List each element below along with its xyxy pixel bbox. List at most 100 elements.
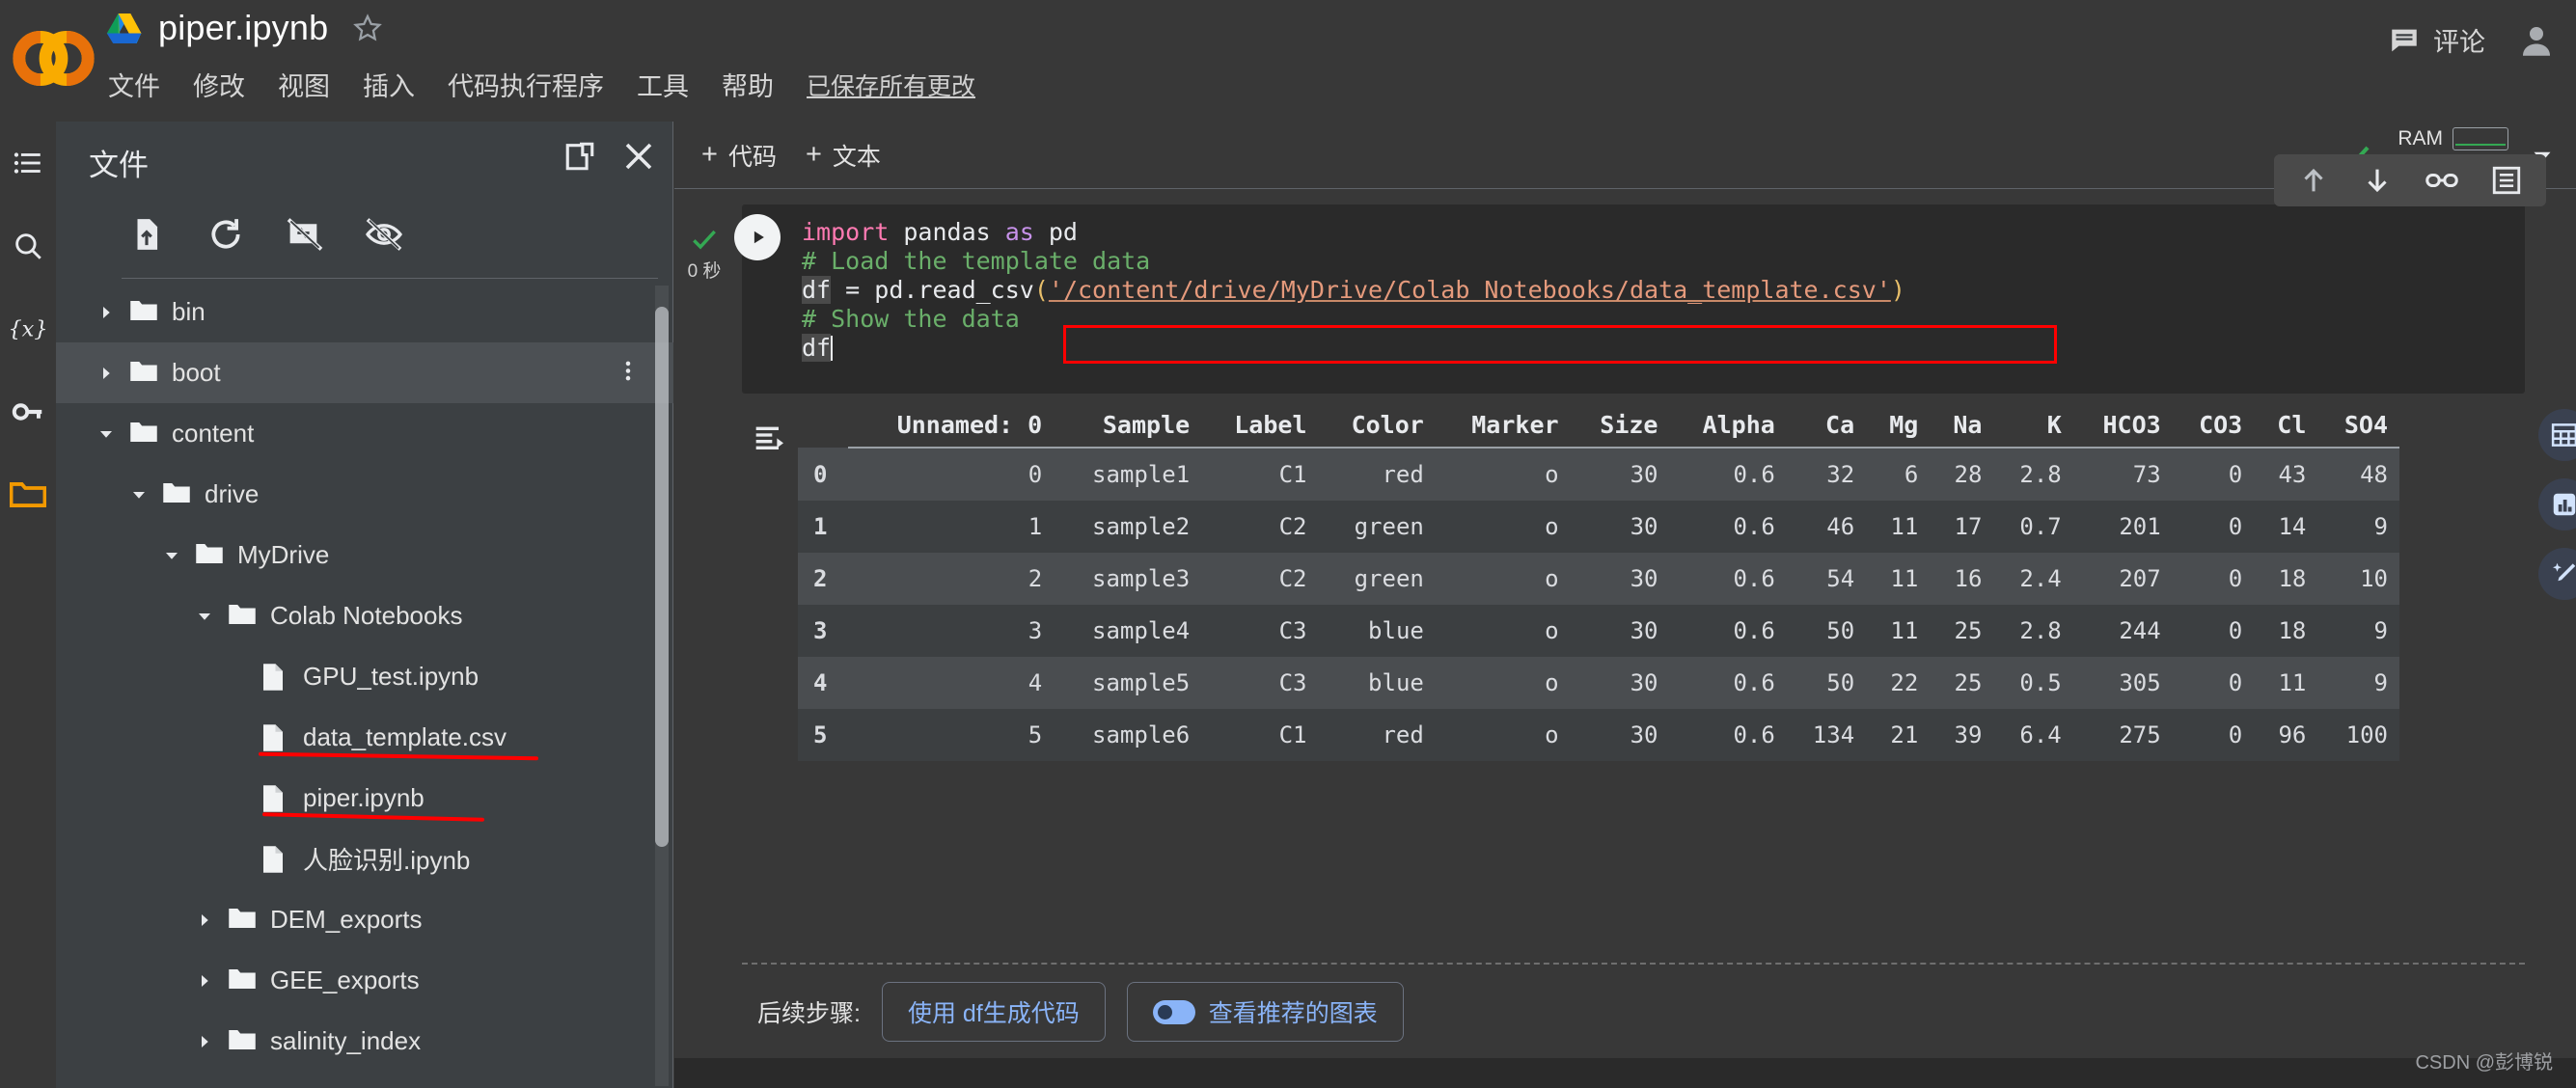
chevron-down-icon[interactable]	[96, 424, 116, 444]
table-cell: 39	[1930, 709, 1993, 761]
tree-row[interactable]: drive	[56, 464, 673, 525]
save-status-link[interactable]: 已保存所有更改	[807, 68, 975, 102]
menu-item-runtime[interactable]: 代码执行程序	[448, 66, 604, 103]
open-in-new-window-icon[interactable]	[563, 140, 596, 173]
tree-row[interactable]: salinity_index	[56, 1011, 673, 1072]
show-dataframe-button[interactable]	[2538, 409, 2576, 461]
rail-item-search[interactable]	[0, 204, 56, 287]
table-cell: 10	[2317, 553, 2399, 605]
code-text[interactable]: import pandas as pd# Load the template d…	[802, 218, 1905, 363]
menu-item-edit[interactable]: 修改	[193, 66, 245, 103]
tree-item-label: data_template.csv	[303, 722, 507, 752]
add-text-cell-button[interactable]: + 文本	[806, 138, 881, 173]
close-icon[interactable]	[621, 139, 656, 174]
tree-item-label: MyDrive	[237, 540, 329, 570]
menu-item-file[interactable]: 文件	[108, 66, 160, 103]
toggle-hidden-files-button[interactable]	[363, 213, 405, 256]
account-avatar-icon[interactable]	[2516, 20, 2557, 61]
table-cell: sample2	[1054, 501, 1201, 553]
watermark: CSDN @彭博锐	[2415, 1047, 2553, 1074]
tree-row[interactable]: content	[56, 403, 673, 464]
star-outline-icon[interactable]	[351, 12, 384, 44]
table-cell: 21	[1866, 709, 1930, 761]
tree-row[interactable]: GPU_test.ipynb	[56, 646, 673, 707]
table-header-cell: Label	[1201, 403, 1318, 448]
rail-item-files[interactable]	[0, 453, 56, 536]
chevron-right-icon	[97, 365, 115, 382]
tree-item-label: content	[172, 419, 254, 449]
rail-item-secrets[interactable]	[0, 370, 56, 453]
table-cell: 2.4	[1993, 553, 2072, 605]
chevron-down-icon[interactable]	[129, 485, 149, 504]
chevron-right-icon[interactable]	[195, 911, 214, 930]
comment-button[interactable]: 评论	[2378, 15, 2495, 65]
menu-item-help[interactable]: 帮助	[722, 66, 774, 103]
view-recommended-charts-button[interactable]: 查看推荐的图表	[1127, 982, 1404, 1042]
tree-row[interactable]: data_template.csv	[56, 707, 673, 768]
tree-row[interactable]: bin	[56, 282, 673, 342]
menu-item-tools[interactable]: 工具	[637, 66, 689, 103]
table-cell: 0.5	[1993, 657, 2072, 709]
table-row[interactable]: 22sample3C2greeno300.65411162.420701810	[798, 553, 2399, 605]
copy-link-icon[interactable]	[2425, 164, 2459, 197]
tree-row[interactable]: boot	[56, 342, 673, 403]
rail-item-variables[interactable]: {x}	[0, 287, 56, 370]
show-charts-button[interactable]	[2538, 478, 2576, 530]
code-editor[interactable]: import pandas as pd# Load the template d…	[742, 204, 2525, 394]
table-row[interactable]: 00sample1C1redo300.6326282.87304348	[798, 448, 2399, 501]
tree-row[interactable]: Colab Notebooks	[56, 585, 673, 646]
tree-row[interactable]: DEM_exports	[56, 889, 673, 950]
refresh-button[interactable]	[205, 213, 247, 256]
chevron-right-icon	[196, 972, 213, 990]
table-cell: 3	[848, 605, 1054, 657]
tree-row[interactable]: MyDrive	[56, 525, 673, 585]
toggle-output-icon[interactable]	[750, 421, 788, 459]
table-cell: 0.6	[1670, 657, 1787, 709]
code-token: '/content/drive/MyDrive/Colab Notebooks/…	[1049, 276, 1891, 304]
move-cell-down-icon[interactable]	[2361, 164, 2394, 197]
menu-item-view[interactable]: 视图	[278, 66, 330, 103]
chevron-right-icon[interactable]	[195, 1032, 214, 1051]
chevron-right-icon[interactable]	[195, 971, 214, 991]
table-cell: 0	[2173, 501, 2255, 553]
show-dataframe-icon	[2550, 421, 2576, 449]
google-drive-icon	[106, 12, 143, 44]
code-line: df	[802, 334, 1905, 363]
add-code-cell-button[interactable]: + 代码	[701, 138, 777, 173]
table-cell: 30	[1571, 605, 1670, 657]
table-header-cell: CO3	[2173, 403, 2255, 448]
cell-settings-icon[interactable]	[2490, 164, 2523, 197]
notebook-area: + 代码 + 文本 RAM 磁盘	[674, 122, 2576, 1088]
file-tree-scrollbar[interactable]	[655, 307, 669, 847]
menu-item-insert[interactable]: 插入	[363, 66, 415, 103]
run-cell-button[interactable]	[734, 214, 781, 260]
table-cell: 54	[1787, 553, 1866, 605]
top-bar: piper.ipynb 文件 修改 视图 插入 代码执行程序 工具 帮助 已保存…	[0, 0, 2576, 122]
table-row[interactable]: 55sample6C1redo300.613421396.4275096100	[798, 709, 2399, 761]
variables-icon: {x}	[11, 312, 45, 346]
generate-code-magic-button[interactable]	[2538, 548, 2576, 600]
mount-drive-button[interactable]	[284, 213, 326, 256]
table-header-cell: Marker	[1436, 403, 1571, 448]
generate-code-with-df-button[interactable]: 使用 df生成代码	[882, 982, 1106, 1042]
table-cell: green	[1319, 501, 1436, 553]
table-row[interactable]: 11sample2C2greeno300.64611170.72010149	[798, 501, 2399, 553]
rail-item-table-of-contents[interactable]	[0, 122, 56, 204]
table-cell: 6	[1866, 448, 1930, 501]
chevron-down-icon[interactable]	[195, 607, 214, 626]
chevron-right-icon[interactable]	[96, 303, 116, 322]
move-cell-up-icon[interactable]	[2297, 164, 2330, 197]
more-vertical-icon[interactable]	[616, 358, 641, 388]
tree-row[interactable]: GEE_exports	[56, 950, 673, 1011]
upload-file-button[interactable]	[125, 213, 168, 256]
tree-item-label: Colab Notebooks	[270, 601, 462, 631]
table-of-contents-icon	[12, 147, 44, 179]
table-row[interactable]: 44sample5C3blueo300.65022250.53050119	[798, 657, 2399, 709]
chevron-right-icon[interactable]	[96, 364, 116, 383]
cell-exec-time: 0 秒	[688, 261, 722, 282]
tree-row[interactable]: 人脸识别.ipynb	[56, 829, 673, 889]
document-title[interactable]: piper.ipynb	[158, 8, 328, 48]
chevron-down-icon[interactable]	[162, 546, 181, 565]
tree-row[interactable]: piper.ipynb	[56, 768, 673, 829]
table-row[interactable]: 33sample4C3blueo300.65011252.82440189	[798, 605, 2399, 657]
